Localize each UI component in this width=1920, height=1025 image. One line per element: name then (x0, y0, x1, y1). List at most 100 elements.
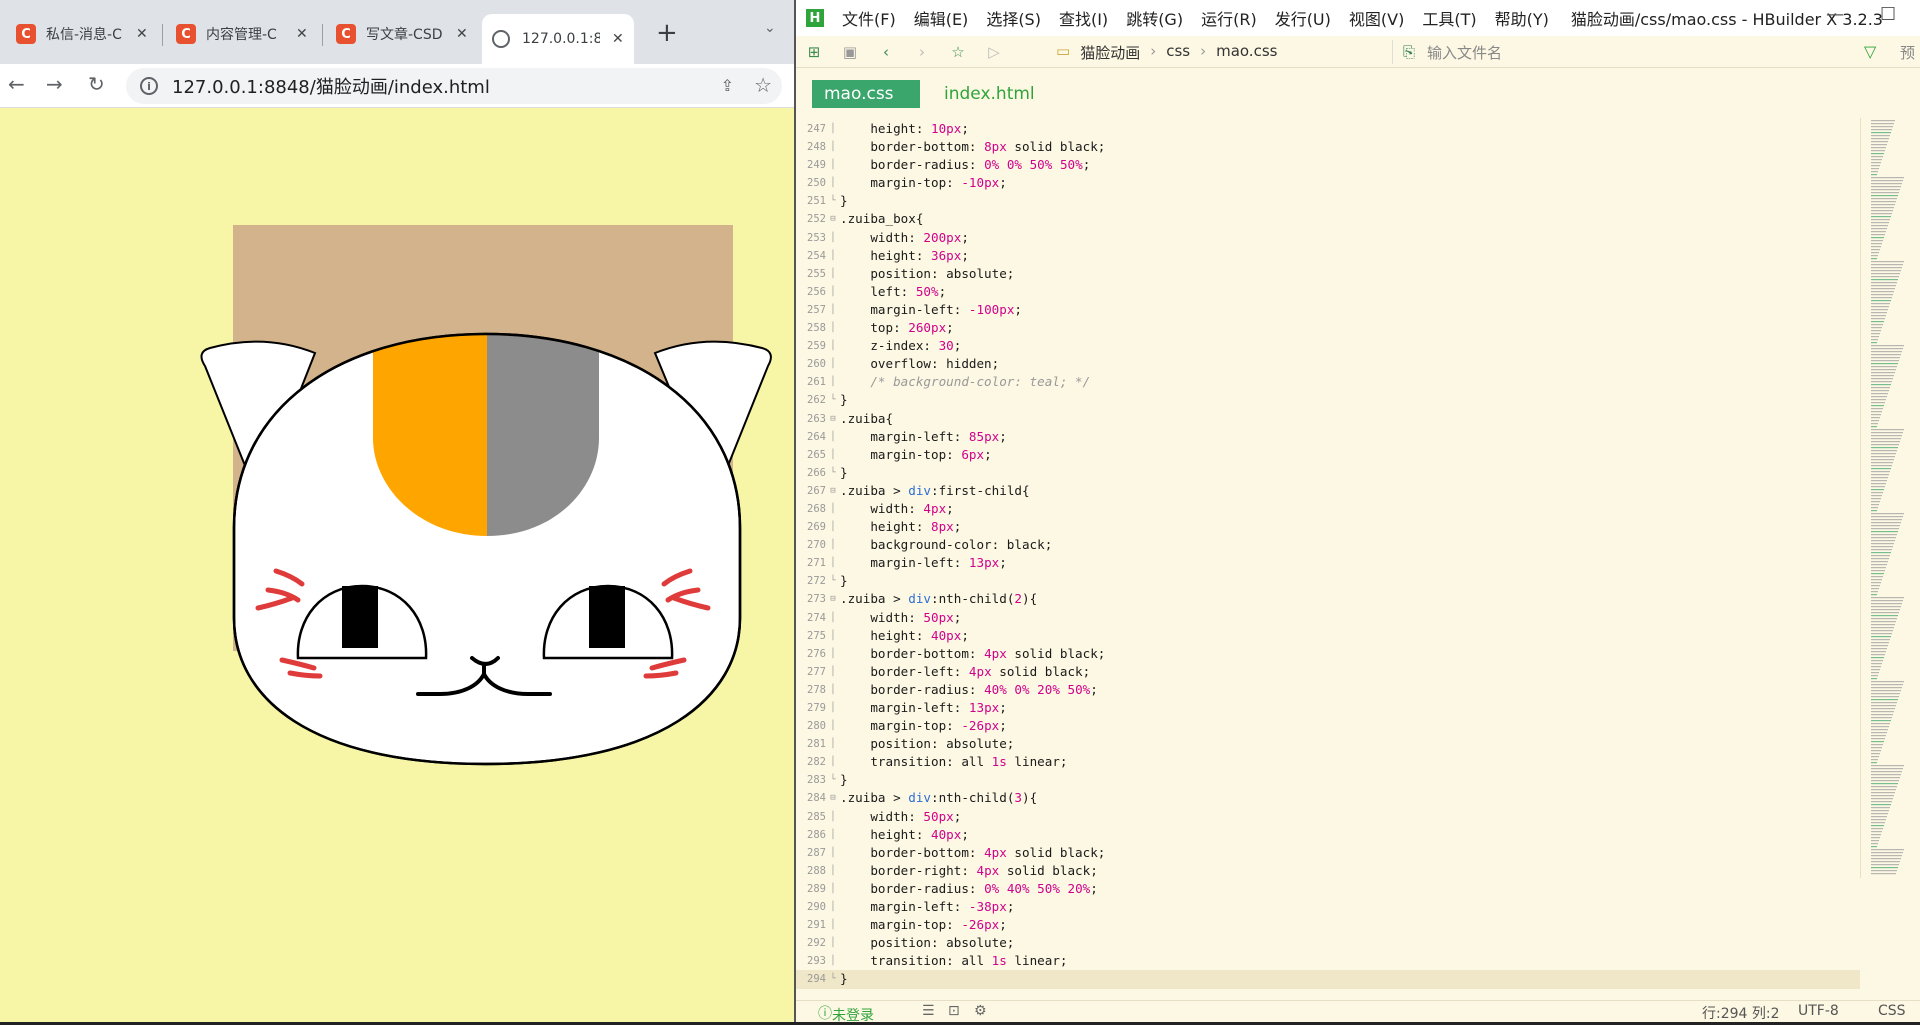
code-line[interactable]: 274 │ width: 50px; (796, 609, 1860, 627)
code-line[interactable]: 256 │ left: 50%; (796, 283, 1860, 301)
code-line[interactable]: 288 │ border-right: 4px solid black; (796, 862, 1860, 880)
menu-run[interactable]: 运行(R) (1201, 6, 1257, 30)
breadcrumb-item[interactable]: 猫脸动画 (1080, 42, 1140, 63)
code-line[interactable]: 276 │ border-bottom: 4px solid black; (796, 645, 1860, 663)
code-line[interactable]: 282 │ transition: all 1s linear; (796, 753, 1860, 771)
code-line[interactable]: 271 │ margin-left: 13px; (796, 554, 1860, 572)
favorite-star-icon[interactable]: ☆ (940, 43, 976, 61)
code-line[interactable]: 249 │ border-radius: 0% 0% 50% 50%; (796, 156, 1860, 174)
code-line[interactable]: 294 └} (796, 970, 1860, 989)
breadcrumb-item[interactable]: mao.css (1216, 42, 1277, 63)
menu-help[interactable]: 帮助(Y) (1495, 6, 1549, 30)
code-line[interactable]: 254 │ height: 36px; (796, 247, 1860, 265)
code-line[interactable]: 293 │ transition: all 1s linear; (796, 952, 1860, 970)
file-search-input[interactable]: ⎘ 输入文件名 (1392, 40, 1832, 64)
preview-button[interactable]: 预 (1900, 42, 1915, 63)
maximize-icon[interactable]: ☐ (1880, 4, 1896, 25)
language-mode[interactable]: CSS (1878, 1003, 1906, 1019)
code-line[interactable]: 269 │ height: 8px; (796, 518, 1860, 536)
reload-icon[interactable]: ↻ (88, 72, 105, 96)
close-tab-icon[interactable]: ✕ (296, 26, 308, 42)
code-line[interactable]: 258 │ top: 260px; (796, 319, 1860, 337)
code-line[interactable]: 252 ⊟ .zuiba_box{ (796, 210, 1860, 228)
cursor-position[interactable]: 行:294 列:2 (1702, 1003, 1780, 1023)
code-minimap[interactable] (1860, 118, 1904, 878)
code-line[interactable]: 286 │ height: 40px; (796, 826, 1860, 844)
code-line[interactable]: 267 ⊟ .zuiba > div:first-child{ (796, 482, 1860, 500)
code-line[interactable]: 247 │ height: 10px; (796, 120, 1860, 138)
code-line[interactable]: 251 └} (796, 192, 1860, 210)
tab-search-icon[interactable]: ⌄ (764, 20, 776, 36)
browser-tab-active[interactable]: 127.0.0.1:8 ✕ (482, 14, 634, 64)
fold-toggle-icon[interactable]: ⊟ (826, 590, 840, 608)
browser-tab[interactable]: C 私信-消息-C ✕ (6, 14, 158, 54)
bookmark-star-icon[interactable]: ☆ (754, 73, 772, 97)
save-icon[interactable]: ▣ (832, 43, 868, 61)
tab-mao-css[interactable]: mao.css (812, 80, 920, 108)
code-line[interactable]: 268 │ width: 4px; (796, 500, 1860, 518)
code-line[interactable]: 261 │ /* background-color: teal; */ (796, 373, 1860, 391)
code-line[interactable]: 257 │ margin-left: -100px; (796, 301, 1860, 319)
back-icon[interactable]: ‹ (868, 43, 904, 61)
share-icon[interactable]: ⇪ (721, 76, 734, 95)
code-line[interactable]: 277 │ border-left: 4px solid black; (796, 663, 1860, 681)
forward-icon[interactable]: › (904, 43, 940, 61)
code-line[interactable]: 270 │ background-color: black; (796, 536, 1860, 554)
menu-edit[interactable]: 编辑(E) (914, 6, 969, 30)
code-line[interactable]: 285 │ width: 50px; (796, 808, 1860, 826)
encoding[interactable]: UTF-8 (1798, 1003, 1839, 1019)
fold-toggle-icon[interactable]: ⊟ (826, 410, 840, 428)
code-line[interactable]: 289 │ border-radius: 0% 40% 50% 20%; (796, 880, 1860, 898)
forward-arrow-icon[interactable]: → (46, 72, 63, 96)
code-line[interactable]: 280 │ margin-top: -26px; (796, 717, 1860, 735)
code-line[interactable]: 284 ⊟ .zuiba > div:nth-child(3){ (796, 789, 1860, 807)
login-status[interactable]: ⓘ 未登录 (818, 1003, 874, 1024)
code-line[interactable]: 260 │ overflow: hidden; (796, 355, 1860, 373)
code-line[interactable]: 283 └} (796, 771, 1860, 789)
minimize-icon[interactable]: — (1826, 4, 1844, 25)
code-editor[interactable]: 247 │ height: 10px; 248 │ border-bottom: 8p… (796, 120, 1860, 1002)
address-bar[interactable]: i 127.0.0.1:8848/猫脸动画/index.html ⇪ ☆ (126, 68, 782, 104)
code-line[interactable]: 263 ⊟ .zuiba{ (796, 410, 1860, 428)
menu-goto[interactable]: 跳转(G) (1126, 6, 1183, 30)
browser-tab[interactable]: C 内容管理-C ✕ (166, 14, 318, 54)
filter-icon[interactable]: ▽ (1864, 42, 1876, 61)
new-tab-button[interactable]: + (656, 18, 678, 48)
run-icon[interactable]: ▷ (976, 43, 1012, 61)
code-line[interactable]: 273 ⊟ .zuiba > div:nth-child(2){ (796, 590, 1860, 608)
code-line[interactable]: 287 │ border-bottom: 4px solid black; (796, 844, 1860, 862)
code-line[interactable]: 275 │ height: 40px; (796, 627, 1860, 645)
code-line[interactable]: 255 │ position: absolute; (796, 265, 1860, 283)
info-icon[interactable]: i (140, 77, 158, 95)
code-line[interactable]: 248 │ border-bottom: 8px solid black; (796, 138, 1860, 156)
close-tab-icon[interactable]: ✕ (136, 26, 148, 42)
code-line[interactable]: 253 │ width: 200px; (796, 229, 1860, 247)
code-line[interactable]: 290 │ margin-left: -38px; (796, 898, 1860, 916)
close-tab-icon[interactable]: ✕ (612, 31, 624, 47)
menu-file[interactable]: 文件(F) (842, 6, 896, 30)
code-line[interactable]: 264 │ margin-left: 85px; (796, 428, 1860, 446)
menu-find[interactable]: 查找(I) (1059, 6, 1108, 30)
close-tab-icon[interactable]: ✕ (456, 26, 468, 42)
code-line[interactable]: 292 │ position: absolute; (796, 934, 1860, 952)
outline-icon[interactable]: ☰ (922, 1003, 935, 1019)
code-line[interactable]: 272 └} (796, 572, 1860, 590)
code-line[interactable]: 250 │ margin-top: -10px; (796, 174, 1860, 192)
fold-toggle-icon[interactable]: ⊟ (826, 210, 840, 228)
plugin-icon[interactable]: ⚙ (974, 1003, 987, 1019)
tab-index-html[interactable]: index.html (932, 80, 1047, 108)
code-line[interactable]: 281 │ position: absolute; (796, 735, 1860, 753)
fold-toggle-icon[interactable]: ⊟ (826, 482, 840, 500)
back-arrow-icon[interactable]: ← (8, 72, 25, 96)
code-line[interactable]: 278 │ border-radius: 40% 0% 20% 50%; (796, 681, 1860, 699)
terminal-icon[interactable]: ⊡ (948, 1003, 960, 1019)
code-line[interactable]: 266 └} (796, 464, 1860, 482)
code-line[interactable]: 262 └} (796, 391, 1860, 409)
fold-toggle-icon[interactable]: ⊟ (826, 789, 840, 807)
menu-select[interactable]: 选择(S) (986, 6, 1041, 30)
code-line[interactable]: 259 │ z-index: 30; (796, 337, 1860, 355)
code-line[interactable]: 265 │ margin-top: 6px; (796, 446, 1860, 464)
menu-publish[interactable]: 发行(U) (1275, 6, 1331, 30)
browser-tab[interactable]: C 写文章-CSD ✕ (326, 14, 478, 54)
menu-tools[interactable]: 工具(T) (1422, 6, 1476, 30)
